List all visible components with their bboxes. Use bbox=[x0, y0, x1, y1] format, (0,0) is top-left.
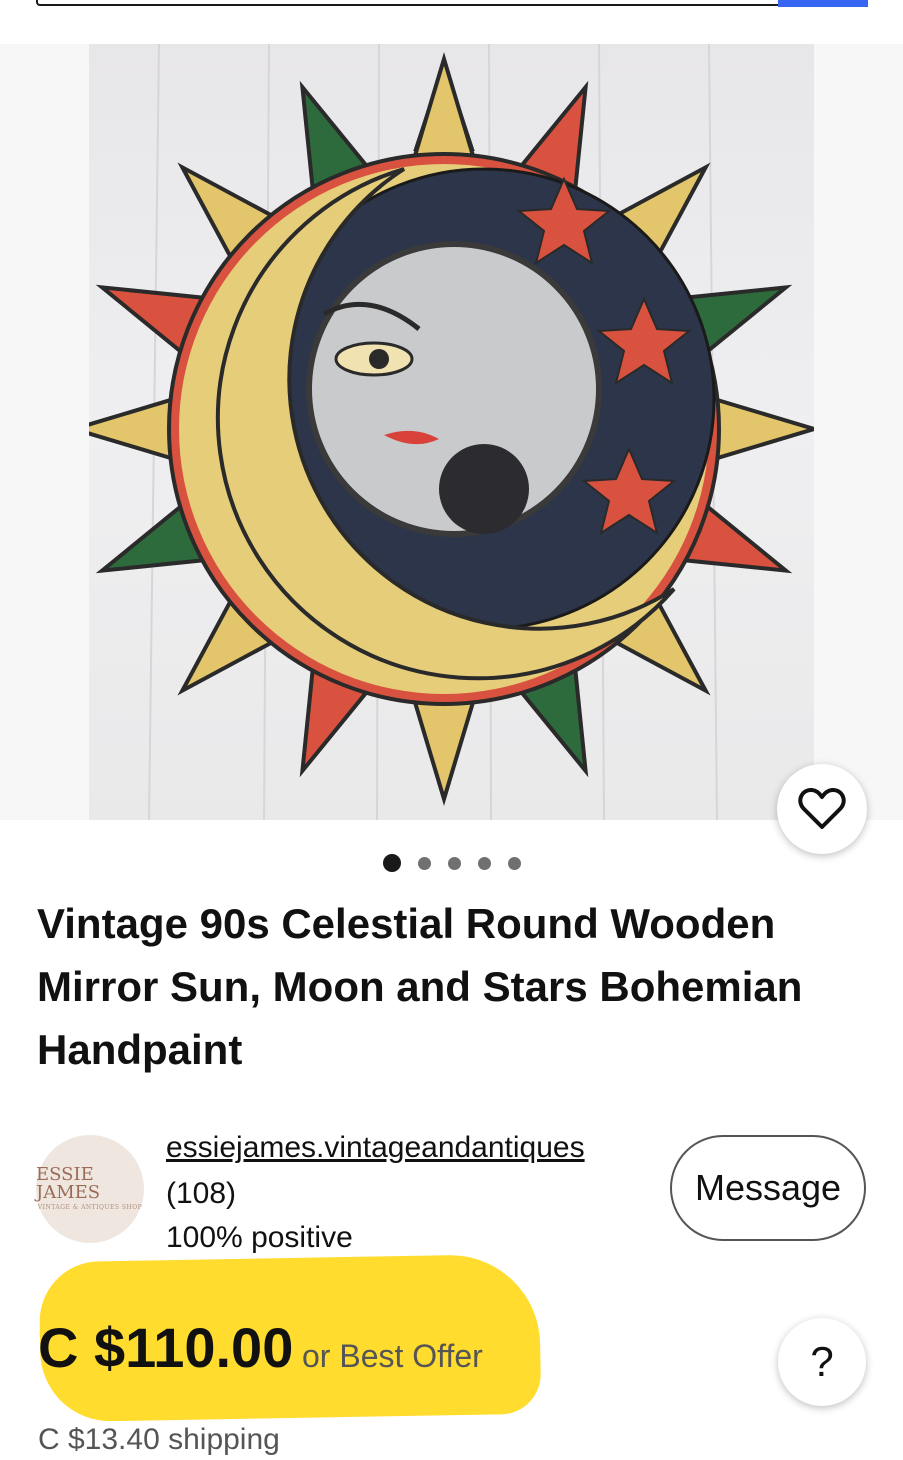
avatar-logo-text: ESSIE JAMES bbox=[36, 1164, 101, 1203]
avatar-logo-subtext: VINTAGE & ANTIQUES SHOP bbox=[37, 1204, 143, 1211]
listing-photo[interactable] bbox=[89, 44, 814, 820]
pagination-dot-1[interactable] bbox=[382, 854, 401, 872]
seller-avatar[interactable]: ESSIE JAMES VINTAGE & ANTIQUES SHOP bbox=[36, 1135, 144, 1243]
seller-feedback-count: (108) bbox=[166, 1177, 237, 1210]
help-button[interactable]: ? bbox=[778, 1318, 866, 1406]
question-icon: ? bbox=[810, 1338, 834, 1385]
message-button[interactable]: Message bbox=[670, 1135, 866, 1241]
favorite-button[interactable] bbox=[777, 764, 867, 854]
pagination-dot-3[interactable] bbox=[447, 856, 461, 870]
search-bar[interactable] bbox=[36, 0, 868, 6]
best-offer-label: or Best Offer bbox=[302, 1338, 483, 1374]
seller-positive-rating: 100% positive bbox=[166, 1221, 353, 1254]
image-gallery[interactable] bbox=[0, 44, 903, 820]
pagination-dot-5[interactable] bbox=[507, 856, 521, 870]
heart-icon bbox=[798, 788, 846, 829]
pagination-dot-2[interactable] bbox=[417, 856, 431, 870]
image-pagination bbox=[0, 854, 903, 872]
search-button[interactable] bbox=[778, 0, 868, 7]
sun-moon-mirror-image bbox=[89, 44, 814, 820]
price: C $110.00 bbox=[38, 1316, 294, 1379]
shipping-cost: C $13.40 shipping bbox=[38, 1423, 280, 1456]
pagination-dot-4[interactable] bbox=[477, 856, 491, 870]
listing-title: Vintage 90s Celestial Round Wooden Mirro… bbox=[37, 900, 803, 1073]
seller-name-link[interactable]: essiejames.vintageandantiques bbox=[166, 1128, 585, 1168]
